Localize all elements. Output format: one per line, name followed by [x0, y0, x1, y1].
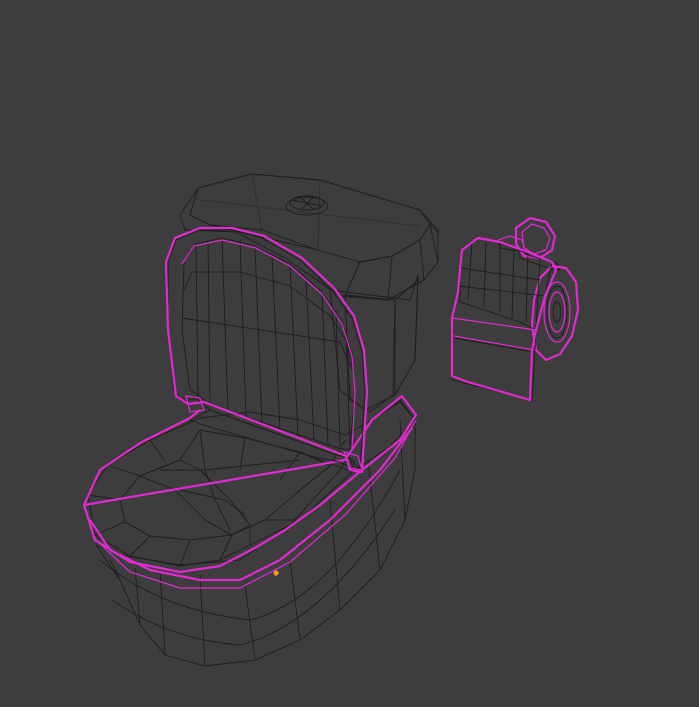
flush-button	[285, 195, 329, 216]
viewport-canvas[interactable]	[0, 0, 699, 707]
toilet-tank[interactable]	[179, 173, 439, 413]
holder-mount	[514, 216, 557, 260]
3d-viewport[interactable]	[0, 0, 699, 707]
toilet-paper-holder[interactable]	[450, 216, 580, 402]
object-origin-dot	[273, 570, 279, 576]
toilet-bowl[interactable]	[82, 394, 418, 667]
